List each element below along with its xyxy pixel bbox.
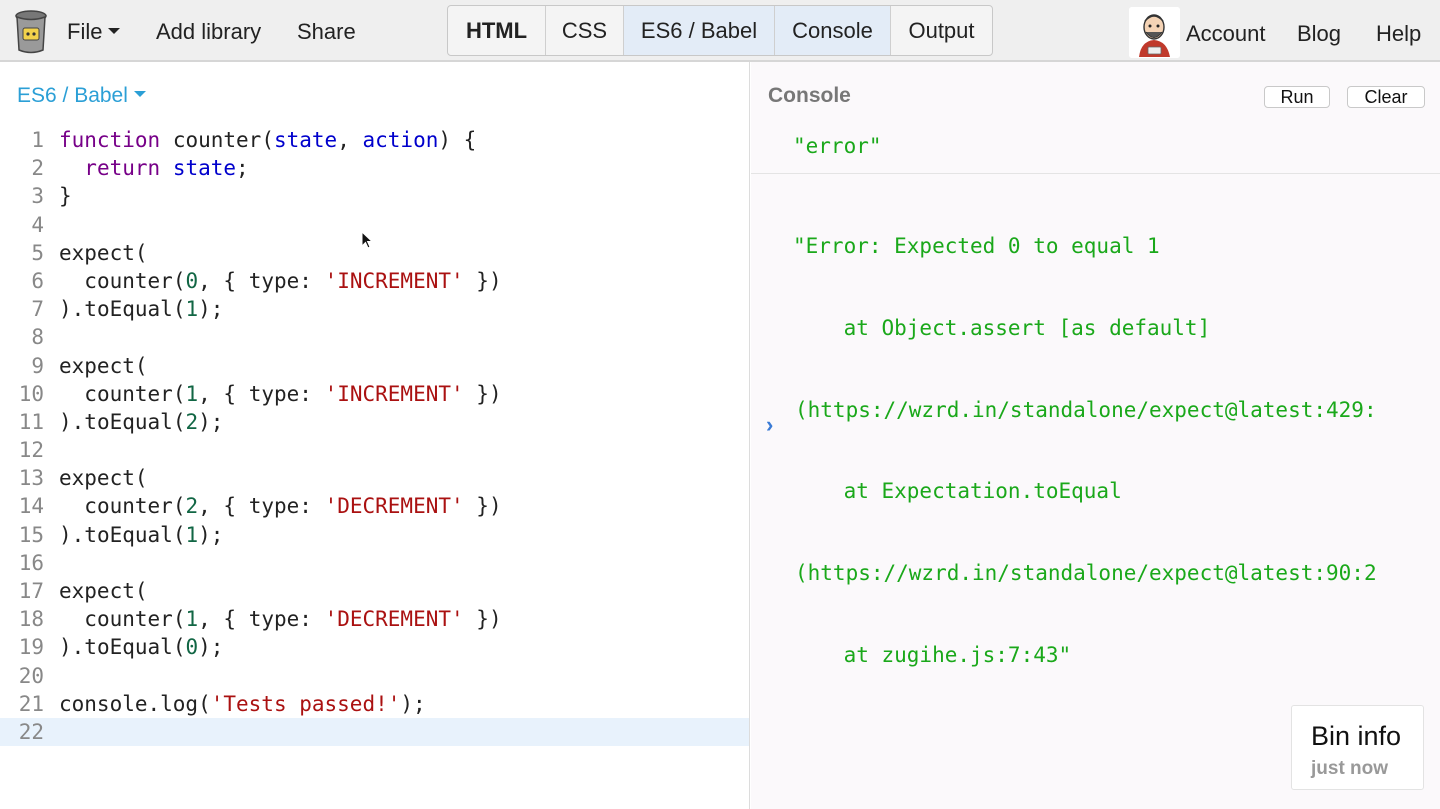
bin-info-subtitle: just now xyxy=(1311,758,1389,779)
editor-language-dropdown[interactable]: ES6 / Babel xyxy=(17,84,146,108)
add-library-menu[interactable]: Add library xyxy=(156,19,261,45)
code-line: 14 counter(2, { type: 'DECREMENT' }) xyxy=(0,492,749,520)
line-number: 1 xyxy=(31,128,44,152)
console-log-text: at Object.assert [as default] xyxy=(793,315,1211,340)
code-line: 2 return state; xyxy=(0,154,749,182)
console-log-entry: "Error: Expected 0 to equal 1 at Object.… xyxy=(751,182,1440,721)
clear-button[interactable]: Clear xyxy=(1347,86,1425,108)
code-line: 5 expect( xyxy=(0,239,749,267)
code-line: 4 xyxy=(0,211,749,239)
code-line: 8 xyxy=(0,323,749,351)
console-log-text: at Expectation.toEqual xyxy=(793,479,1122,504)
line-number: 20 xyxy=(18,663,44,688)
console-log-entry: "error" xyxy=(751,130,1440,174)
line-number: 22 xyxy=(18,719,44,744)
blog-link[interactable]: Blog xyxy=(1297,21,1341,47)
line-number: 12 xyxy=(18,438,44,463)
line-number: 9 xyxy=(31,353,44,378)
code-line: 3} xyxy=(0,182,749,210)
file-menu[interactable]: File xyxy=(67,19,121,45)
user-avatar-icon[interactable] xyxy=(1129,7,1180,58)
line-number: 15 xyxy=(18,522,44,547)
console-log-text: (https://wzrd.in/standalone/expect@lates… xyxy=(795,397,1377,422)
line-number: 21 xyxy=(18,691,44,716)
line-number: 11 xyxy=(18,409,44,434)
code-line: 13 expect( xyxy=(0,464,749,492)
code-line: 20 xyxy=(0,662,749,690)
line-number: 18 xyxy=(18,607,44,632)
code-line: 7).toEqual(1); xyxy=(0,295,749,323)
help-link[interactable]: Help xyxy=(1376,21,1421,47)
code-line: 17 expect( xyxy=(0,577,749,605)
bin-info-button[interactable]: Bin info just now xyxy=(1291,705,1424,790)
caret-down-icon xyxy=(108,28,121,35)
console-title: Console xyxy=(768,84,851,107)
line-number: 6 xyxy=(31,268,44,293)
code-line: 16 xyxy=(0,549,749,577)
caret-down-icon xyxy=(133,91,146,98)
tab-output[interactable]: Output xyxy=(891,6,992,55)
code-line: 1 function counter(state, action) { xyxy=(0,126,749,154)
jsbin-logo-icon[interactable] xyxy=(14,10,48,54)
panel-toggle-group: HTML CSS ES6 / Babel Console Output xyxy=(447,5,993,56)
line-number: 7 xyxy=(31,297,44,322)
console-panel[interactable]: Console Run Clear "error" "Error: Expect… xyxy=(751,62,1440,809)
top-bar: File Add library Share HTML CSS ES6 / Ba… xyxy=(0,0,1440,62)
line-number: 19 xyxy=(18,635,44,660)
code-line: 15).toEqual(1); xyxy=(0,521,749,549)
console-log-text: "Error: Expected 0 to equal 1 xyxy=(793,234,1160,258)
tab-html[interactable]: HTML xyxy=(448,6,546,55)
line-number: 14 xyxy=(18,494,44,519)
code-line-active[interactable]: 22 xyxy=(0,717,749,747)
tab-css[interactable]: CSS xyxy=(546,6,624,55)
mouse-pointer-icon xyxy=(361,231,373,249)
code-area[interactable]: 1 function counter(state, action) { 2 ret… xyxy=(0,126,749,747)
bin-info-title: Bin info xyxy=(1311,721,1402,751)
run-button[interactable]: Run xyxy=(1264,86,1330,108)
code-line: 21 console.log('Tests passed!'); xyxy=(0,690,749,718)
code-line: 9 expect( xyxy=(0,352,749,380)
code-line: 10 counter(1, { type: 'INCREMENT' }) xyxy=(0,380,749,408)
account-menu[interactable]: Account xyxy=(1186,21,1266,47)
line-number: 8 xyxy=(31,325,44,350)
line-number: 4 xyxy=(31,212,44,237)
console-log-text: "error" xyxy=(793,134,882,158)
line-number: 10 xyxy=(18,381,44,406)
code-line: 12 xyxy=(0,436,749,464)
line-number: 13 xyxy=(18,466,44,491)
line-number: 16 xyxy=(18,550,44,575)
line-number: 3 xyxy=(31,184,44,209)
file-menu-label: File xyxy=(67,19,103,44)
line-number: 5 xyxy=(31,240,44,265)
code-line: 18 counter(1, { type: 'DECREMENT' }) xyxy=(0,605,749,633)
line-number: 17 xyxy=(18,579,44,603)
js-editor-panel[interactable]: ES6 / Babel 1 function counter(state, act… xyxy=(0,62,750,809)
share-menu[interactable]: Share xyxy=(297,19,356,45)
console-log-text: at zugihe.js:7:43" xyxy=(793,642,1072,667)
line-number: 2 xyxy=(31,156,44,181)
console-prompt-chevron-icon[interactable]: › xyxy=(766,412,773,438)
code-line: 6 counter(0, { type: 'INCREMENT' }) xyxy=(0,267,749,295)
code-line: 11).toEqual(2); xyxy=(0,408,749,436)
tab-es6-babel[interactable]: ES6 / Babel xyxy=(624,6,775,55)
tab-console[interactable]: Console xyxy=(775,6,891,55)
console-log-text: (https://wzrd.in/standalone/expect@lates… xyxy=(795,561,1377,586)
editor-language-label: ES6 / Babel xyxy=(17,84,128,107)
code-line: 19).toEqual(0); xyxy=(0,633,749,661)
